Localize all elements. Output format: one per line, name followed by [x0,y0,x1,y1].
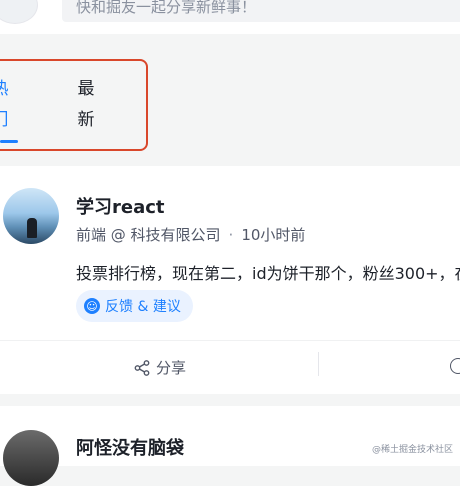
feedback-icon: ☺ [84,298,100,314]
share-icon [134,359,150,376]
watermark: @稀土掘金技术社区 [372,445,454,455]
author-name[interactable]: 阿怪没有脑袋 [76,434,184,460]
author-avatar[interactable] [3,188,59,244]
author-avatar[interactable] [3,430,59,486]
comment-icon[interactable] [450,358,460,374]
divider [0,340,460,341]
composer-placeholder: 快和掘友一起分享新鲜事！ [76,0,257,16]
post-composer[interactable]: 快和掘友一起分享新鲜事！ [62,0,460,22]
action-separator [318,352,319,376]
author-company: 前端 @ 科技有限公司 [76,226,221,244]
topic-tag-label: 反馈 & 建议 [105,299,181,315]
post-card[interactable]: 阿怪没有脑袋 [0,406,460,486]
top-bar: 快和掘友一起分享新鲜事！ [0,0,460,34]
author-meta: 前端 @ 科技有限公司 · 10小时前 [76,226,306,244]
post-content[interactable]: 投票排行榜，现在第二，id为饼干那个，粉丝300+，在 [76,260,460,284]
post-time: 10小时前 [241,226,306,244]
highlight-frame [0,59,148,151]
share-button[interactable]: 分享 [134,357,186,378]
post-card[interactable]: 学习react 前端 @ 科技有限公司 · 10小时前 投票排行榜，现在第二，id为… [0,166,460,394]
share-label: 分享 [156,359,187,377]
user-avatar[interactable] [0,0,38,24]
topic-tag[interactable]: ☺ 反馈 & 建议 [76,290,193,322]
author-name[interactable]: 学习react [76,193,165,219]
